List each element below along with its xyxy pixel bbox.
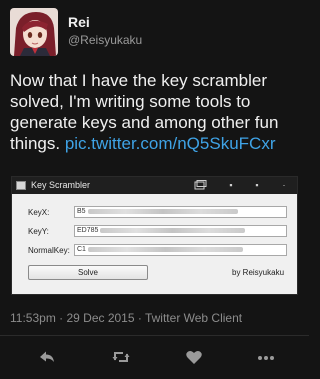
normalkey-label: NormalKey:	[28, 246, 70, 255]
redacted-value	[87, 208, 238, 214]
like-button[interactable]	[183, 346, 205, 368]
redacted-value	[100, 227, 246, 233]
avatar[interactable]	[10, 8, 58, 56]
keyy-value: ED785	[77, 227, 99, 234]
tweet-text: Now that I have the key scrambler solved…	[10, 70, 302, 154]
attached-image-key-scrambler[interactable]: Key Scrambler ▪ ▪ · KeyX: B5 KeyY: ED785…	[11, 176, 298, 295]
credit-label: by Reisyukaku	[232, 268, 285, 277]
window-restore-icon	[193, 180, 211, 191]
app-icon	[16, 181, 26, 190]
like-icon	[186, 350, 202, 364]
tweet: Rei @Reisyukaku Now that I have the key …	[0, 0, 309, 379]
keyx-label: KeyX:	[28, 208, 50, 217]
normalkey-value: C1	[77, 246, 86, 253]
reply-icon	[40, 351, 54, 362]
more-icon	[258, 356, 274, 360]
window-titlebar: Key Scrambler ▪ ▪ ·	[12, 177, 297, 194]
keyy-label: KeyY:	[28, 227, 49, 236]
keyx-value: B5	[77, 208, 86, 215]
user-handle[interactable]: @Reisyukaku	[68, 33, 142, 47]
avatar-image	[10, 8, 58, 56]
window-title: Key Scrambler	[31, 180, 91, 190]
reply-button[interactable]	[36, 346, 58, 368]
keyy-field: ED785	[74, 225, 287, 237]
display-name[interactable]: Rei	[68, 14, 90, 30]
divider	[0, 335, 309, 336]
window-maximize-icon: ▪	[255, 180, 259, 190]
tweet-timestamp[interactable]: 11:53pm · 29 Dec 2015 · Twitter Web Clie…	[10, 311, 242, 325]
keyx-field: B5	[74, 206, 287, 218]
more-button[interactable]	[255, 346, 277, 368]
solve-button: Solve	[28, 265, 148, 280]
redacted-value	[87, 246, 243, 252]
window-minimize-icon: ▪	[229, 180, 233, 190]
window-close-icon: ·	[282, 180, 286, 190]
normalkey-field: C1	[74, 244, 287, 256]
retweet-button[interactable]	[110, 346, 132, 368]
tweet-media-link[interactable]: pic.twitter.com/nQ5SkuFCxr	[65, 134, 276, 153]
retweet-icon	[112, 352, 130, 362]
